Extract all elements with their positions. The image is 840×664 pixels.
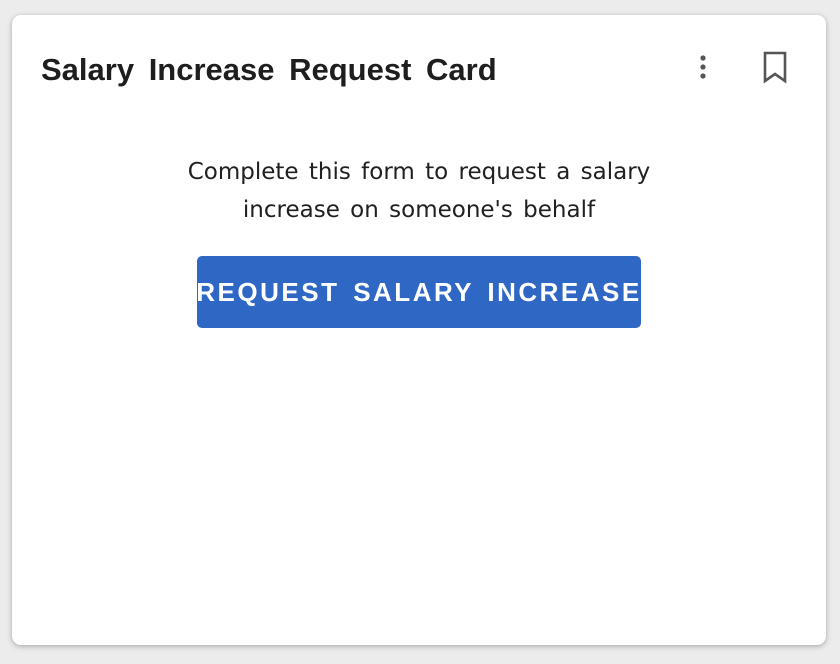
bookmark-button[interactable] — [757, 47, 793, 87]
request-salary-increase-button[interactable]: REQUEST SALARY INCREASE — [196, 256, 641, 328]
more-options-button[interactable] — [688, 47, 718, 87]
salary-increase-card: Salary Increase Request Card Complete th… — [12, 15, 826, 645]
more-vertical-icon — [700, 55, 706, 79]
bookmark-icon — [763, 51, 787, 84]
card-description: Complete this form to request a salary i… — [187, 159, 651, 223]
card-title: Salary Increase Request Card — [41, 52, 497, 87]
